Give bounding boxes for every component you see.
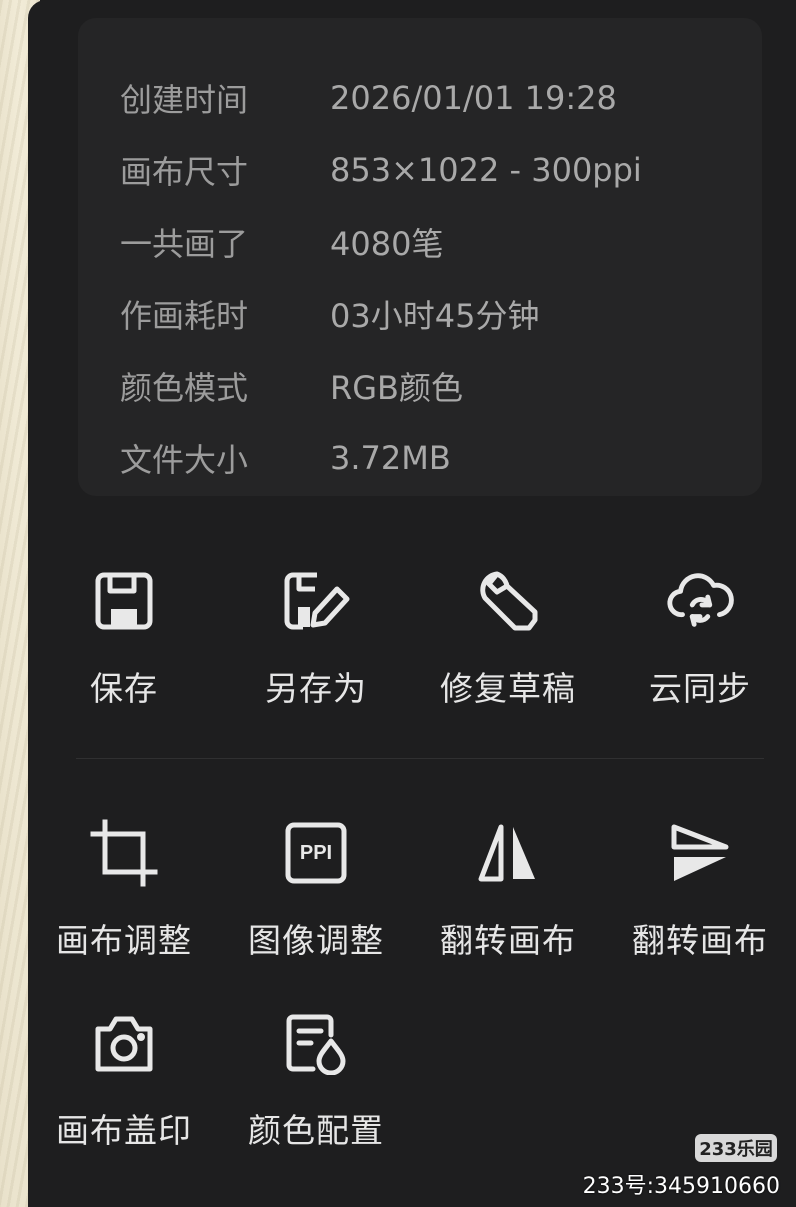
- canvas-adjust-label: 画布调整: [56, 921, 192, 960]
- cloud-sync-label: 云同步: [649, 669, 751, 708]
- flip-canvas-horizontal-button[interactable]: 翻转画布: [412, 818, 604, 962]
- flip-canvas-label: 翻转画布: [440, 921, 576, 960]
- info-key: 画布尺寸: [120, 153, 249, 191]
- save-icon: [89, 566, 159, 636]
- info-key: 作画耗时: [120, 297, 249, 335]
- file-info-card: 创建时间 2026/01/01 19:28 画布尺寸 853×1022 - 30…: [78, 18, 762, 496]
- image-adjust-label: 图像调整: [248, 921, 384, 960]
- save-button[interactable]: 保存: [28, 566, 220, 710]
- cloud-sync-icon: [665, 566, 735, 636]
- info-value: 2026/01/01 19:28: [330, 79, 617, 117]
- divider: [76, 758, 764, 759]
- color-profile-label: 颜色配置: [248, 1111, 384, 1150]
- info-value: 03小时45分钟: [330, 297, 540, 335]
- repair-draft-button[interactable]: 修复草稿: [412, 566, 604, 710]
- info-row-file-size: 文件大小 3.72MB: [120, 438, 451, 479]
- save-as-label: 另存为: [265, 669, 367, 708]
- cloud-sync-button[interactable]: 云同步: [604, 566, 796, 710]
- info-key: 创建时间: [120, 81, 249, 119]
- canvas-adjust-button[interactable]: 画布调整: [28, 818, 220, 962]
- color-profile-button[interactable]: 颜色配置: [220, 1008, 412, 1152]
- canvas-stamp-button[interactable]: 画布盖印: [28, 1008, 220, 1152]
- flip-canvas-vertical-button[interactable]: 翻转画布: [604, 818, 796, 962]
- repair-draft-label: 修复草稿: [440, 669, 576, 708]
- save-as-icon: [281, 566, 351, 636]
- color-profile-icon: [281, 1008, 351, 1078]
- crop-icon: [89, 818, 159, 888]
- info-key: 颜色模式: [120, 369, 249, 407]
- save-as-button[interactable]: 另存为: [220, 566, 412, 710]
- flip-horizontal-icon: [473, 818, 543, 888]
- info-row-created: 创建时间 2026/01/01 19:28: [120, 78, 617, 119]
- flip-canvas-label: 翻转画布: [632, 921, 768, 960]
- flip-vertical-icon: [665, 818, 735, 888]
- info-row-duration: 作画耗时 03小时45分钟: [120, 294, 540, 335]
- info-row-canvas-size: 画布尺寸 853×1022 - 300ppi: [120, 150, 642, 191]
- canvas-stamp-label: 画布盖印: [56, 1111, 192, 1150]
- info-value: 853×1022 - 300ppi: [330, 151, 642, 189]
- info-value: RGB颜色: [330, 369, 463, 407]
- file-menu-panel: 创建时间 2026/01/01 19:28 画布尺寸 853×1022 - 30…: [28, 0, 796, 1207]
- info-value: 4080笔: [330, 225, 444, 263]
- watermark-logo: 233乐园: [695, 1134, 777, 1162]
- ppi-icon-text: PPI: [299, 841, 333, 864]
- info-key: 文件大小: [120, 441, 249, 479]
- info-key: 一共画了: [120, 225, 249, 263]
- info-row-strokes: 一共画了 4080笔: [120, 222, 444, 263]
- image-adjust-button[interactable]: PPI 图像调整: [220, 818, 412, 962]
- info-row-color-mode: 颜色模式 RGB颜色: [120, 366, 463, 407]
- info-value: 3.72MB: [330, 439, 451, 477]
- watermark-text: 233号:345910660: [582, 1174, 780, 1199]
- ppi-icon: PPI: [281, 818, 351, 888]
- save-label: 保存: [90, 669, 158, 708]
- wrench-icon: [473, 566, 543, 636]
- camera-icon: [89, 1008, 159, 1078]
